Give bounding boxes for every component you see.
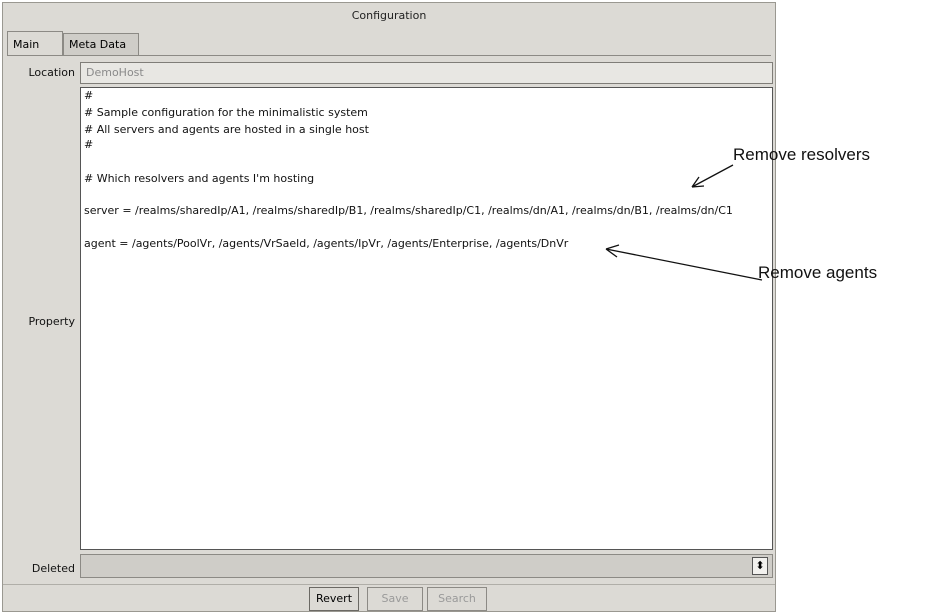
annotation-remove-resolvers: Remove resolvers	[733, 145, 870, 164]
annotation-remove-agents: Remove agents	[758, 263, 878, 282]
annotation-arrows	[605, 164, 763, 281]
arrow-resolvers	[691, 164, 734, 188]
arrow-agents	[605, 244, 763, 281]
